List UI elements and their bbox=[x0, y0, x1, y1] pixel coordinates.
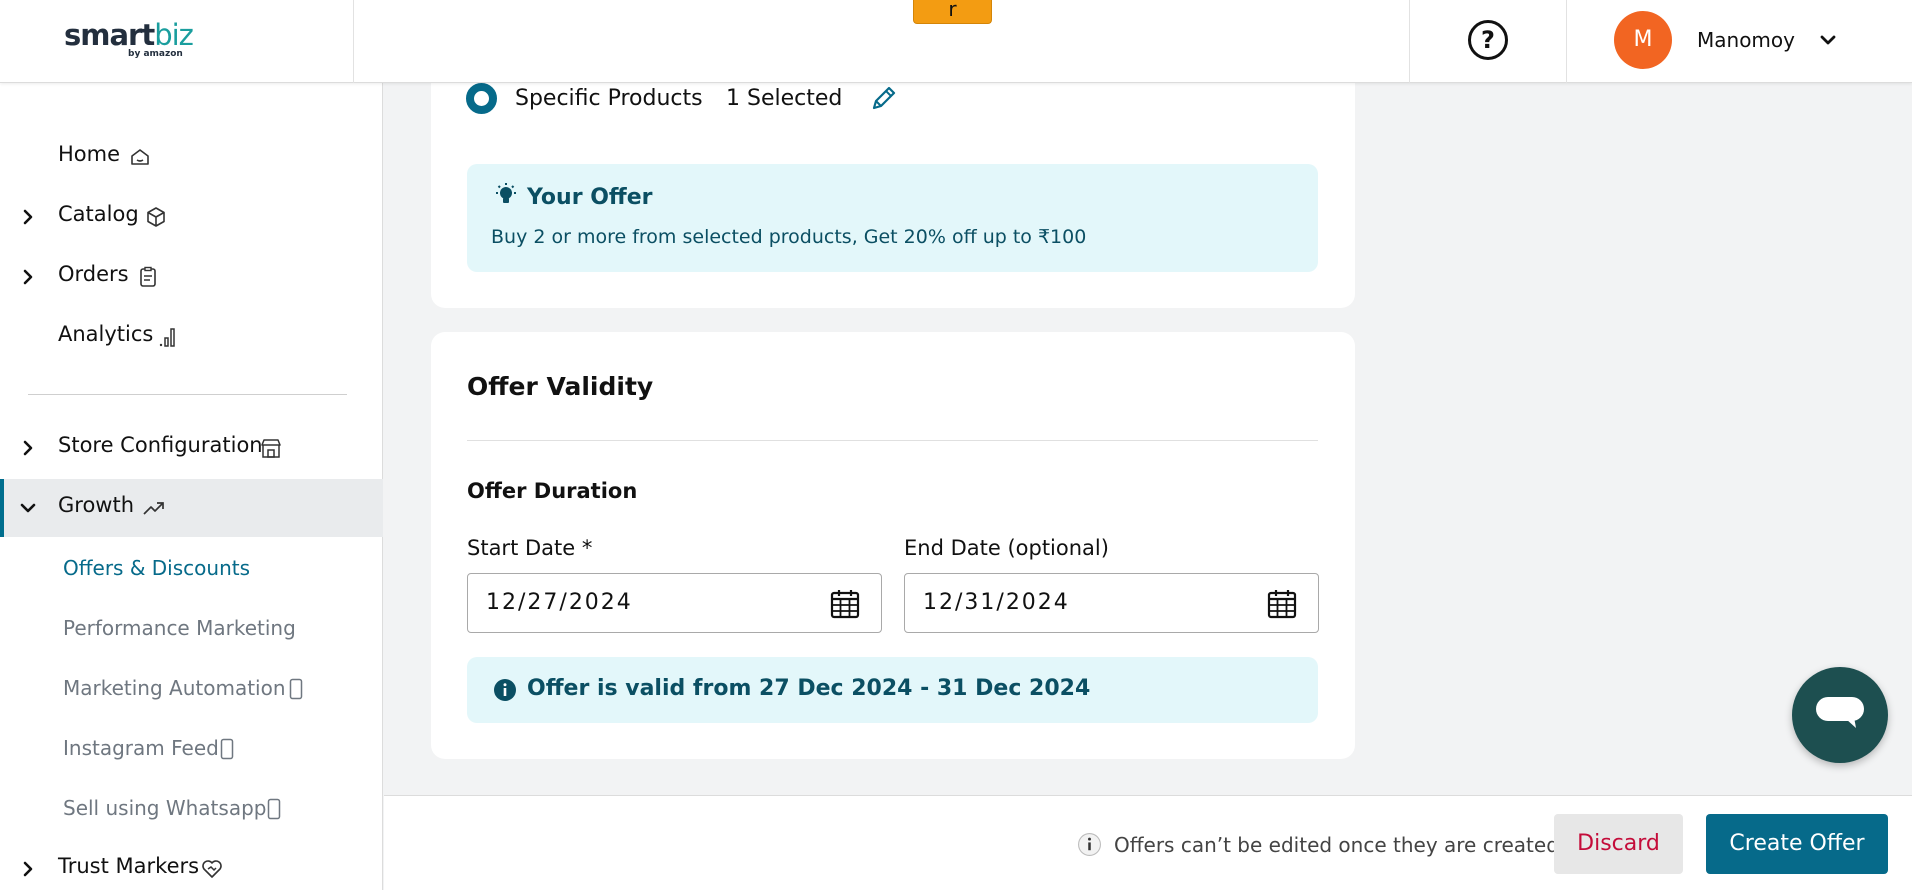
avatar[interactable]: M bbox=[1614, 11, 1672, 69]
sidebar-item-store-configuration[interactable]: Store Configuration bbox=[0, 419, 383, 477]
chevron-down-icon bbox=[20, 503, 36, 513]
help-icon[interactable]: ? bbox=[1468, 20, 1508, 60]
cube-icon bbox=[147, 207, 165, 227]
store-icon bbox=[261, 439, 281, 458]
home-icon bbox=[131, 149, 149, 165]
offer-duration-title: Offer Duration bbox=[467, 479, 638, 503]
section-divider bbox=[467, 440, 1318, 441]
sidebar-subitem-offers-discounts[interactable]: Offers & Discounts bbox=[0, 542, 383, 598]
user-name[interactable]: Manomoy bbox=[1697, 28, 1795, 52]
action-footer: Offers can’t be edited once they are cre… bbox=[384, 795, 1912, 890]
header-divider bbox=[353, 0, 354, 83]
sidebar-item-catalog[interactable]: Catalog bbox=[0, 188, 383, 246]
mobile-icon bbox=[267, 798, 281, 820]
floating-tag[interactable]: r bbox=[913, 0, 992, 24]
calendar-icon[interactable] bbox=[829, 588, 861, 620]
sidebar-item-orders[interactable]: Orders bbox=[0, 248, 383, 306]
edit-warning-note: Offers can’t be edited once they are cre… bbox=[1114, 833, 1559, 857]
bar-chart-icon bbox=[159, 328, 175, 347]
your-offer-title: Your Offer bbox=[527, 185, 653, 210]
discard-button[interactable]: Discard bbox=[1554, 814, 1683, 874]
chat-button[interactable] bbox=[1792, 667, 1888, 763]
info-icon bbox=[494, 679, 516, 701]
mobile-icon bbox=[220, 738, 234, 760]
sidebar-item-home[interactable]: Home bbox=[0, 128, 383, 186]
end-date-input[interactable]: 12/31/2024 bbox=[904, 573, 1319, 633]
heart-handshake-icon bbox=[202, 860, 222, 878]
validity-summary-text: Offer is valid from 27 Dec 2024 - 31 Dec… bbox=[527, 676, 1091, 701]
sidebar-subitem-sell-using-whatsapp[interactable]: Sell using Whatsapp bbox=[0, 782, 383, 838]
create-offer-button[interactable]: Create Offer bbox=[1706, 814, 1888, 874]
specific-products-label[interactable]: Specific Products bbox=[515, 86, 703, 111]
mobile-icon bbox=[289, 678, 303, 700]
info-icon bbox=[1078, 833, 1101, 856]
chat-bubble-icon bbox=[1816, 697, 1864, 728]
sidebar-divider bbox=[28, 394, 347, 395]
lightbulb-icon bbox=[496, 183, 516, 203]
offer-validity-title: Offer Validity bbox=[467, 372, 654, 401]
chevron-right-icon bbox=[23, 861, 33, 877]
sidebar: Home Catalog Orders Analytics Store Conf… bbox=[0, 83, 383, 890]
smartbiz-logo[interactable]: smartbiz by amazon bbox=[64, 18, 194, 62]
calendar-icon[interactable] bbox=[1266, 588, 1298, 620]
specific-products-radio[interactable] bbox=[466, 83, 497, 114]
header-divider bbox=[1566, 0, 1567, 83]
chevron-right-icon bbox=[23, 269, 33, 285]
chevron-down-icon[interactable] bbox=[1818, 30, 1838, 50]
sidebar-subitem-performance-marketing[interactable]: Performance Marketing bbox=[0, 602, 383, 658]
sidebar-item-growth[interactable]: Growth bbox=[0, 479, 383, 537]
active-indicator bbox=[0, 479, 4, 537]
clipboard-icon bbox=[140, 266, 156, 287]
sidebar-item-analytics[interactable]: Analytics bbox=[0, 308, 383, 366]
start-date-input[interactable]: 12/27/2024 bbox=[467, 573, 882, 633]
sidebar-subitem-instagram-feed[interactable]: Instagram Feed bbox=[0, 722, 383, 778]
validity-summary-box: Offer is valid from 27 Dec 2024 - 31 Dec… bbox=[467, 657, 1318, 723]
end-date-label: End Date (optional) bbox=[904, 536, 1109, 560]
pencil-icon[interactable] bbox=[868, 82, 900, 114]
header-divider bbox=[1409, 0, 1410, 83]
your-offer-description: Buy 2 or more from selected products, Ge… bbox=[491, 226, 1087, 248]
chevron-right-icon bbox=[23, 209, 33, 225]
trend-up-icon bbox=[143, 502, 164, 515]
sidebar-item-trust-markers[interactable]: Trust Markers bbox=[0, 840, 383, 890]
selected-count: 1 Selected bbox=[726, 86, 843, 111]
start-date-label: Start Date * bbox=[467, 536, 593, 560]
top-header: smartbiz by amazon r ? M Manomoy bbox=[0, 0, 1912, 83]
chevron-right-icon bbox=[23, 440, 33, 456]
sidebar-subitem-marketing-automation[interactable]: Marketing Automation bbox=[0, 662, 383, 718]
your-offer-box: Your Offer Buy 2 or more from selected p… bbox=[467, 164, 1318, 272]
